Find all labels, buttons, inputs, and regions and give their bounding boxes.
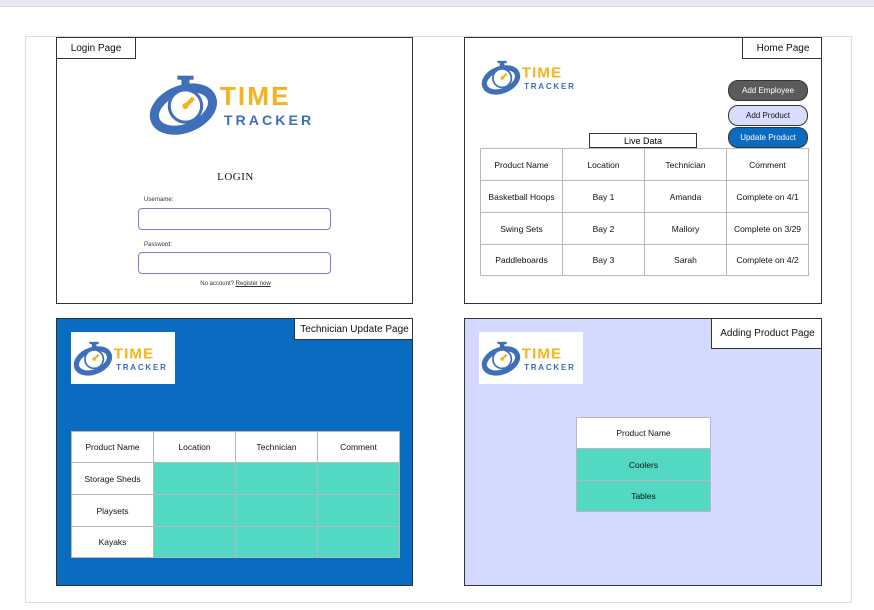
logo-box <box>71 332 175 384</box>
signup-line: No account? Register now <box>57 281 412 287</box>
table-cell: Bay 1 <box>562 180 645 213</box>
product-cell[interactable]: Coolers <box>576 448 711 481</box>
home-panel-tag: Home Page <box>742 38 821 59</box>
table-row[interactable]: Tables <box>576 480 711 512</box>
table-cell: Complete on 4/2 <box>726 244 809 276</box>
home-panel: Home Page Add Employee Add Product Updat… <box>464 37 822 304</box>
column-header: Product Name <box>71 431 154 463</box>
column-header: Location <box>562 148 645 181</box>
column-header: Product Name <box>480 148 563 181</box>
app-logo <box>479 333 583 383</box>
register-link[interactable]: Register now <box>236 281 271 287</box>
technician-cell[interactable] <box>235 462 318 495</box>
table-header-row: Product Name <box>576 417 711 449</box>
table-header-row: Product Name Location Technician Comment <box>480 148 809 181</box>
username-label: Username: <box>144 197 174 203</box>
password-label: Password: <box>144 242 173 248</box>
table-cell: Mallory <box>644 212 727 245</box>
product-table: Product Name Coolers Tables <box>576 417 711 512</box>
comment-cell[interactable] <box>317 494 400 527</box>
table-row[interactable]: Paddleboards Bay 3 Sarah Complete on 4/2 <box>480 244 809 276</box>
table-row[interactable]: Coolers <box>576 448 711 481</box>
comment-cell[interactable] <box>317 526 400 558</box>
add-employee-button[interactable]: Add Employee <box>728 80 808 101</box>
app-logo <box>145 68 327 140</box>
login-heading: LOGIN <box>217 171 254 183</box>
location-cell[interactable] <box>153 526 236 558</box>
signup-prefix: No account? <box>200 281 234 287</box>
table-cell: Kayaks <box>71 526 154 558</box>
table-header-row: Product Name Location Technician Comment <box>71 431 400 463</box>
technician-cell[interactable] <box>235 526 318 558</box>
column-header: Comment <box>726 148 809 181</box>
username-field[interactable] <box>138 208 331 230</box>
technician-table: Product Name Location Technician Comment… <box>71 431 400 558</box>
top-bar <box>0 0 874 7</box>
storyboard-canvas: Login Page LOGIN Username: Password: No … <box>25 36 852 603</box>
location-cell[interactable] <box>153 462 236 495</box>
add-product-button[interactable]: Add Product <box>728 105 808 126</box>
table-cell: Sarah <box>644 244 727 276</box>
column-header: Technician <box>235 431 318 463</box>
password-field[interactable] <box>138 252 331 274</box>
comment-cell[interactable] <box>317 462 400 495</box>
column-header: Technician <box>644 148 727 181</box>
live-data-table: Product Name Location Technician Comment… <box>480 148 809 276</box>
table-row[interactable]: Storage Sheds <box>71 462 400 495</box>
app-logo <box>479 52 583 102</box>
login-panel-tag: Login Page <box>57 38 136 59</box>
table-cell: Complete on 4/1 <box>726 180 809 213</box>
live-data-label: Live Data <box>589 133 697 148</box>
update-product-button[interactable]: Update Product <box>728 127 808 148</box>
table-row[interactable]: Playsets <box>71 494 400 527</box>
table-cell: Basketball Hoops <box>480 180 563 213</box>
app-logo <box>71 333 175 383</box>
table-cell: Swing Sets <box>480 212 563 245</box>
table-cell: Paddleboards <box>480 244 563 276</box>
adding-product-panel: Adding Product Page Product Name Coolers… <box>464 318 822 586</box>
login-panel: Login Page LOGIN Username: Password: No … <box>56 37 413 304</box>
technician-panel: Technician Update Page Product Name Loca… <box>56 318 413 586</box>
table-row[interactable]: Kayaks <box>71 526 400 558</box>
logo-box <box>479 332 583 384</box>
table-cell: Amanda <box>644 180 727 213</box>
column-header: Comment <box>317 431 400 463</box>
table-cell: Storage Sheds <box>71 462 154 495</box>
table-cell: Complete on 3/29 <box>726 212 809 245</box>
location-cell[interactable] <box>153 494 236 527</box>
column-header: Location <box>153 431 236 463</box>
table-cell: Bay 3 <box>562 244 645 276</box>
table-row[interactable]: Swing Sets Bay 2 Mallory Complete on 3/2… <box>480 212 809 245</box>
table-cell: Bay 2 <box>562 212 645 245</box>
technician-cell[interactable] <box>235 494 318 527</box>
column-header: Product Name <box>576 417 711 449</box>
table-row[interactable]: Basketball Hoops Bay 1 Amanda Complete o… <box>480 180 809 213</box>
product-cell[interactable]: Tables <box>576 480 711 512</box>
adding-product-panel-tag: Adding Product Page <box>711 319 821 349</box>
technician-panel-tag: Technician Update Page <box>294 319 412 340</box>
table-cell: Playsets <box>71 494 154 527</box>
